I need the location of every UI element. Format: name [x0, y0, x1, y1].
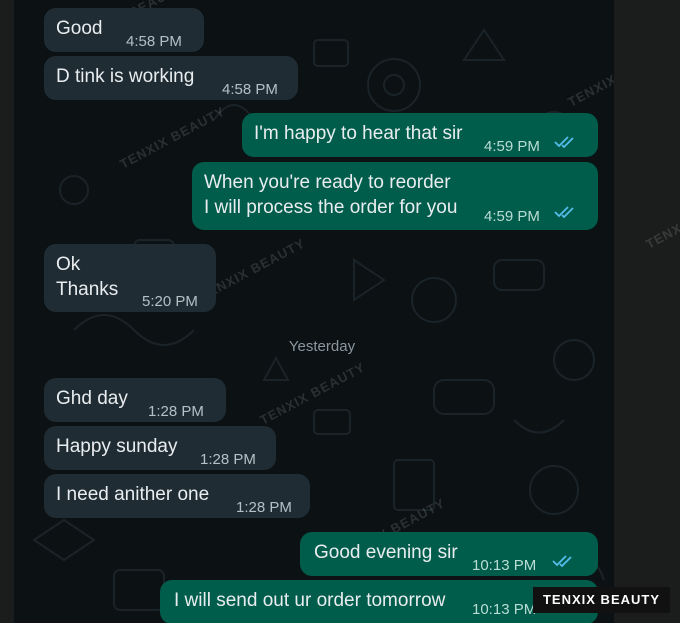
message-text: D tink is working	[56, 66, 195, 87]
message-text: Happy sunday	[56, 436, 178, 457]
message-time: 10:13 PM	[472, 557, 537, 574]
message-bubble-incoming[interactable]: Good 4:58 PM	[44, 8, 204, 52]
brand-label: TENXIX BEAUTY	[532, 587, 670, 613]
message-text: When you're ready to reorder I will proc…	[204, 172, 458, 218]
date-separator: Yesterday	[288, 338, 356, 355]
message-time: 4:59 PM	[484, 138, 540, 155]
message-text: Ok Thanks	[56, 254, 119, 300]
message-bubble-outgoing[interactable]: Good evening sir 10:13 PM	[300, 532, 598, 576]
message-bubble-incoming[interactable]: Ok Thanks 5:20 PM	[44, 244, 216, 312]
message-time: 4:58 PM	[222, 81, 278, 98]
double-check-icon	[554, 136, 574, 149]
message-text: I need anither one	[56, 484, 210, 505]
message-bubble-incoming[interactable]: I need anither one 1:28 PM	[44, 474, 310, 518]
message-time: 5:20 PM	[142, 293, 198, 310]
message-text: Good	[56, 18, 103, 39]
message-text: I'm happy to hear that sir	[254, 123, 463, 144]
message-text: Good evening sir	[314, 542, 458, 563]
message-bubble-outgoing[interactable]: When you're ready to reorder I will proc…	[192, 162, 598, 230]
message-bubble-outgoing[interactable]: I'm happy to hear that sir 4:59 PM	[242, 113, 598, 157]
message-bubble-incoming[interactable]: Ghd day 1:28 PM	[44, 378, 226, 422]
double-check-icon	[554, 206, 574, 219]
message-time: 1:28 PM	[236, 499, 292, 516]
double-check-icon	[552, 555, 572, 568]
message-time: 1:28 PM	[200, 451, 256, 468]
message-text: I will send out ur order tomorrow	[174, 590, 446, 611]
message-bubble-incoming[interactable]: Happy sunday 1:28 PM	[44, 426, 276, 470]
message-text: Ghd day	[56, 388, 128, 409]
message-time: 4:58 PM	[126, 33, 182, 50]
watermark-text: TENXIX BEAUTY	[643, 183, 680, 252]
message-time: 10:13 PM	[472, 601, 537, 618]
message-time: 4:59 PM	[484, 208, 540, 225]
message-bubble-incoming[interactable]: D tink is working 4:58 PM	[44, 56, 298, 100]
message-time: 1:28 PM	[148, 403, 204, 420]
chat-area[interactable]: TENXIX BEAUTY TENXIX BEAUTY TENXIX BEAUT…	[14, 0, 614, 623]
